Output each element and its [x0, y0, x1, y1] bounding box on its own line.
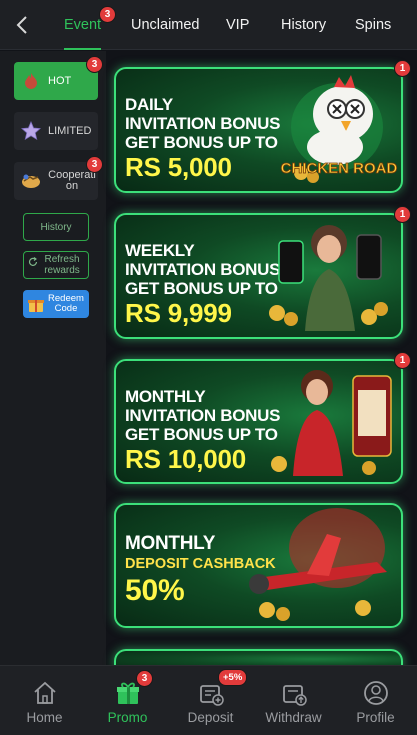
refresh-rewards-button[interactable]: Refresh rewards	[23, 251, 89, 279]
category-limited-label: LIMITED	[48, 125, 92, 137]
tab-event-badge: 3	[99, 5, 116, 23]
category-cooperation-badge: 3	[86, 156, 103, 173]
tab-unclaimed-label: Unclaimed	[131, 16, 200, 33]
refresh-rewards-label: Refresh rewards	[44, 254, 80, 276]
category-hot-label: HOT	[48, 75, 72, 87]
banner-badge: 1	[394, 352, 411, 369]
category-cooperation[interactable]: Cooperation 3	[14, 156, 103, 200]
nav-promo-label: Promo	[107, 710, 148, 725]
promo-banner-monthly-cashback[interactable]: MONTHLY DEPOSIT CASHBACK 50%	[114, 503, 403, 628]
nav-profile[interactable]: Profile	[334, 666, 417, 735]
category-limited[interactable]: LIMITED	[14, 112, 98, 150]
back-button[interactable]	[0, 0, 44, 50]
nav-withdraw[interactable]: Withdraw	[252, 666, 335, 735]
category-sidebar: HOT 3 LIMITED Cooperation 3 History Refr…	[0, 51, 106, 665]
history-button[interactable]: History	[23, 213, 89, 241]
tab-history-label: History	[281, 16, 327, 33]
banner-badge: 1	[394, 206, 411, 223]
banner-amount: RS 5,000	[125, 152, 232, 182]
banner-badge: 1	[394, 60, 411, 77]
banner-subtitle: INVITATION BONUS	[125, 114, 281, 133]
promo-banner-daily-invitation[interactable]: DAILY INVITATION BONUS GET BONUS UP TO R…	[114, 60, 411, 193]
promo-banner-monthly-invitation[interactable]: MONTHLY INVITATION BONUS GET BONUS UP TO…	[114, 352, 411, 484]
nav-profile-label: Profile	[356, 710, 395, 725]
wallet-up-icon	[282, 685, 307, 706]
chevron-left-icon	[16, 15, 27, 34]
category-cooperation-label: Cooperation	[48, 169, 96, 192]
flame-icon	[20, 70, 42, 92]
tab-spins-label: Spins	[355, 16, 392, 33]
handshake-icon	[20, 170, 42, 192]
nav-promo[interactable]: Promo 3	[86, 666, 169, 735]
tab-vip-label: VIP	[226, 16, 250, 33]
tab-unclaimed[interactable]: Unclaimed	[131, 0, 200, 50]
history-button-label: History	[40, 221, 72, 233]
chicken-illustration: CHICKEN ROAD	[280, 75, 397, 183]
top-tab-bar: Event 3 Unclaimed VIP History Spins	[0, 0, 417, 50]
nav-deposit-badge: +5%	[218, 669, 248, 686]
aviator-girl-illustration	[269, 225, 388, 331]
category-hot-badge: 3	[86, 56, 103, 73]
nav-withdraw-label: Withdraw	[265, 710, 322, 725]
refresh-icon	[28, 257, 38, 270]
nav-home[interactable]: Home	[3, 666, 86, 735]
tab-spins[interactable]: Spins	[355, 0, 391, 50]
nav-promo-badge: 3	[136, 670, 153, 687]
tab-event-label: Event	[64, 16, 102, 33]
gift-box-icon	[27, 295, 45, 313]
category-hot[interactable]: HOT 3	[14, 56, 103, 100]
tab-vip[interactable]: VIP	[226, 0, 249, 50]
banner-title: DAILY	[125, 95, 173, 114]
redeem-code-label: Redeem Code	[48, 293, 84, 314]
promo-banner-weekly-invitation[interactable]: WEEKLY INVITATION BONUS GET BONUS UP TO …	[114, 206, 411, 339]
red-plane-illustration	[249, 508, 387, 621]
chicken-road-logo: CHICKEN ROAD	[281, 160, 397, 177]
home-icon	[33, 681, 56, 704]
bottom-navigation: Home Promo 3 Deposit +5% Withdraw Profil…	[0, 665, 417, 735]
nav-deposit-label: Deposit	[187, 710, 234, 725]
person-icon	[363, 681, 388, 705]
pilot-girl-slot-illustration	[271, 370, 392, 476]
tab-event[interactable]: Event 3	[64, 0, 116, 50]
nav-home-label: Home	[26, 710, 63, 725]
nav-deposit[interactable]: Deposit +5%	[169, 666, 252, 735]
tab-history[interactable]: History	[281, 0, 326, 50]
star-icon	[20, 120, 42, 142]
redeem-code-button[interactable]: Redeem Code	[23, 290, 89, 318]
banner-subtitle-2: GET BONUS UP TO	[125, 133, 278, 152]
